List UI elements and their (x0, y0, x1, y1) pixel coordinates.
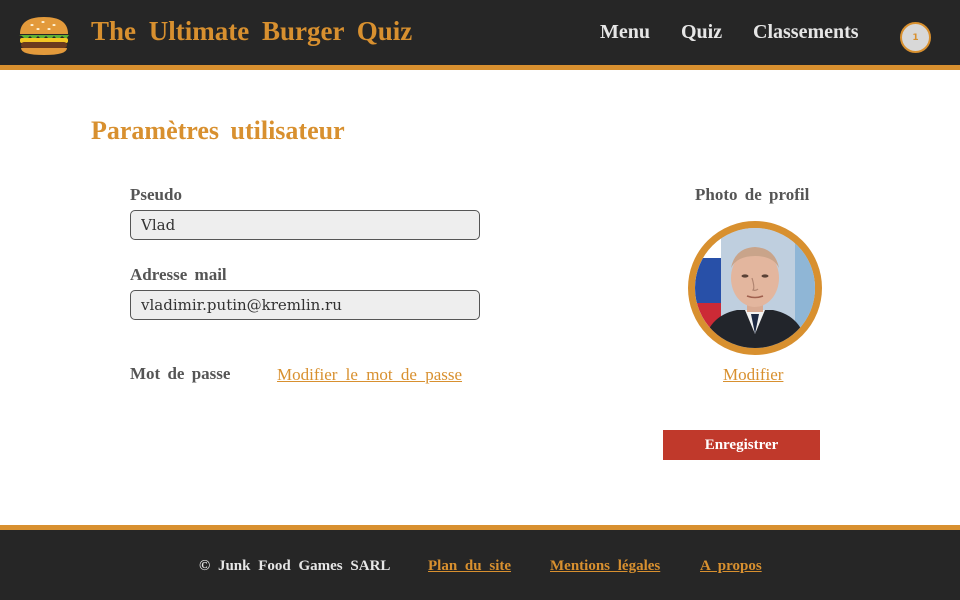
user-avatar-button[interactable]: 1 (900, 22, 931, 53)
footer-legal-link[interactable]: Mentions légales (550, 558, 660, 575)
footer-copyright: © Junk Food Games SARL (199, 558, 391, 574)
footer-sitemap-link[interactable]: Plan du site (428, 558, 511, 575)
profile-photo (688, 221, 822, 355)
change-photo-link[interactable]: Modifier (723, 365, 783, 385)
burger-icon[interactable] (16, 14, 72, 58)
page-title: Paramètres utilisateur (91, 116, 345, 145)
pseudo-input[interactable] (130, 210, 480, 240)
site-title[interactable]: The Ultimate Burger Quiz (91, 16, 412, 47)
password-label: Mot de passe (130, 364, 231, 383)
pseudo-label: Pseudo (130, 185, 182, 204)
profile-photo-label: Photo de profil (695, 185, 810, 204)
change-password-link[interactable]: Modifier le mot de passe (277, 365, 462, 385)
email-input[interactable] (130, 290, 480, 320)
save-button[interactable]: Enregistrer (663, 430, 820, 460)
footer-about-link[interactable]: A propos (700, 558, 762, 575)
nav-menu[interactable]: Menu (600, 21, 650, 44)
site-header: The Ultimate Burger Quiz Menu Quiz Class… (0, 0, 960, 70)
nav-quiz[interactable]: Quiz (681, 21, 722, 44)
nav-classements[interactable]: Classements (753, 21, 859, 44)
site-footer: © Junk Food Games SARL Plan du site Ment… (0, 525, 960, 600)
email-label: Adresse mail (130, 265, 227, 284)
